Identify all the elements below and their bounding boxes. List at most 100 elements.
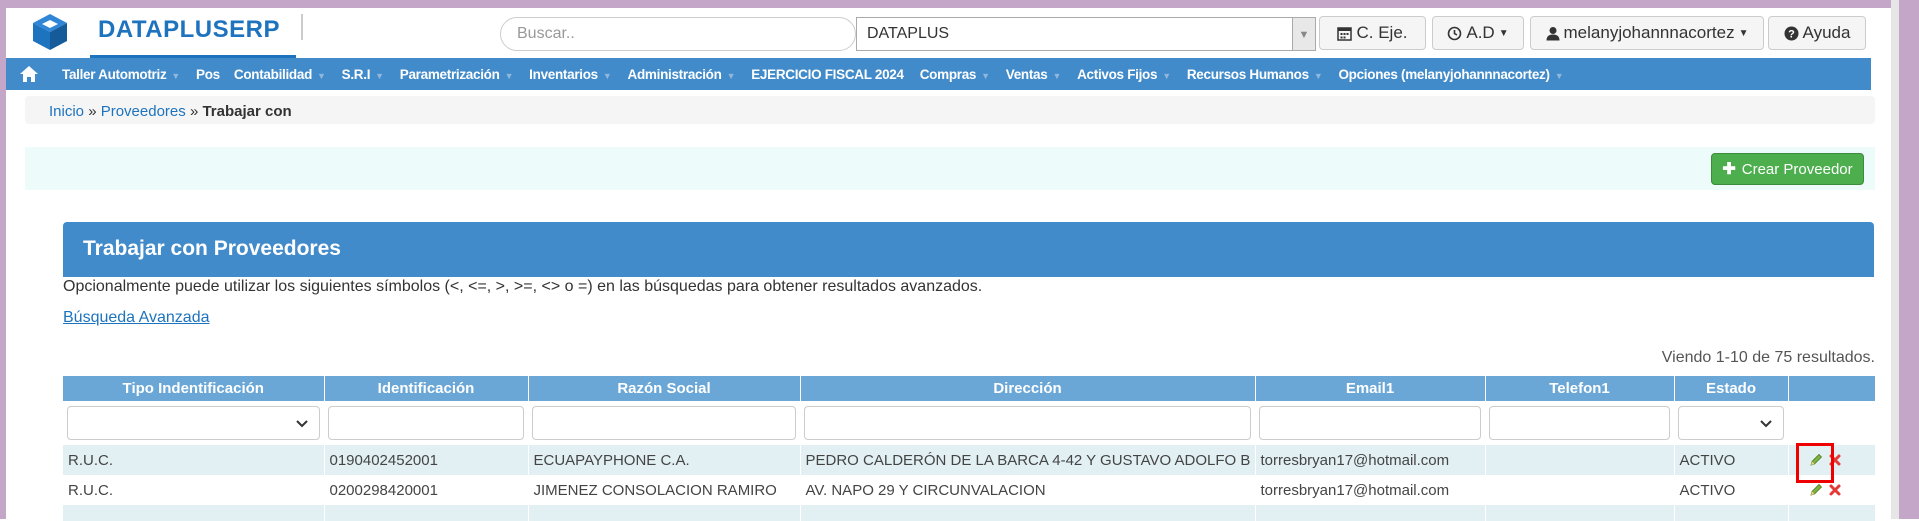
table-row[interactable]: R.U.C. 0200298420001 JIMENEZ CONSOLACION… [63,475,1876,505]
nav-label: Inventarios [529,66,598,82]
col-header-identificacion[interactable]: Identificación [324,376,529,401]
nav-inventarios[interactable]: Inventarios ▼ [529,66,612,82]
nav-label: Contabilidad [233,66,313,82]
search-input[interactable] [500,17,856,51]
create-provider-button[interactable]: ✚ Crear Proveedor [1711,153,1864,185]
filter-direccion-input[interactable] [804,406,1251,440]
breadcrumb-proveedores-link[interactable]: Proveedores [101,103,186,120]
header-divider [301,14,303,40]
advanced-search-link[interactable]: Búsqueda Avanzada [63,309,210,327]
nav-label: Parametrización [399,66,500,82]
nav-pos[interactable]: Pos [196,67,220,82]
pencil-icon[interactable] [1808,482,1824,498]
caret-down-icon: ▼ [602,70,612,81]
user-menu-button[interactable]: melanyjohannnacortez ▼ [1530,16,1764,50]
action-strip [25,147,1875,190]
filter-estado-select[interactable] [1678,406,1784,440]
col-header-email[interactable]: Email1 [1255,376,1486,401]
filter-email-input[interactable] [1259,406,1481,440]
nav-compras[interactable]: Compras ▼ [920,67,990,82]
filter-telefono-input[interactable] [1489,406,1670,440]
caret-down-icon: ▼ [1554,70,1564,81]
caret-down-icon: ▼ [1162,70,1171,81]
caret-down-icon: ▼ [171,70,181,81]
clock-icon [1448,26,1462,40]
panel-header: Trabajar con Proveedores [63,222,1874,277]
panel-title: Trabajar con Proveedores [83,237,341,260]
caret-down-icon: ▼ [317,70,326,81]
nav-taller-automotriz[interactable]: Taller Automotriz ▼ [62,67,180,82]
results-summary: Viendo 1-10 de 75 resultados. [1661,349,1875,366]
delete-icon[interactable] [1828,483,1842,497]
nav-contabilidad[interactable]: Contabilidad ▼ [234,67,326,82]
filter-tipo-select[interactable] [67,406,320,440]
cell-identificacion: 0190402452001 [324,445,529,475]
cube-logo-icon [33,14,67,50]
nav-ejercicio-fiscal[interactable]: EJERCICIO FISCAL 2024 [751,67,904,82]
breadcrumb-current: Trabajar con [202,103,292,120]
providers-table: Tipo Indentificación Identificación Razó… [63,376,1876,521]
breadcrumb-separator: » [189,103,199,120]
nav-activos-fijos[interactable]: Activos Fijos ▼ [1077,67,1171,82]
col-header-actions [1788,376,1876,401]
ad-button[interactable]: A.D ▼ [1432,16,1524,50]
col-header-direccion[interactable]: Dirección [800,376,1256,401]
caret-down-icon: ▼ [1498,27,1509,39]
create-provider-label: Crear Proveedor [1741,160,1853,178]
dropdown-arrow-icon[interactable]: ▼ [1292,18,1315,50]
brand-name[interactable]: DATAPLUSERP [98,16,280,44]
breadcrumb-home-link[interactable]: Inicio [49,103,84,120]
caret-down-icon: ▼ [1052,70,1062,81]
ejercicio-label: C. Eje. [1356,23,1408,42]
company-select[interactable]: DATAPLUS ▼ [856,17,1316,51]
home-icon [20,66,38,82]
chevron-down-icon [296,420,308,428]
help-button[interactable]: ? Ayuda [1768,16,1866,50]
cell-telefono [1485,445,1675,475]
caret-down-icon: ▼ [504,70,514,81]
calendar-icon [1337,26,1353,41]
edit-highlight-box [1796,443,1834,483]
table-row[interactable]: R.U.C. 0190402452001 ECUAPAYPHONE C.A. P… [63,445,1876,475]
home-nav-button[interactable] [12,58,46,90]
breadcrumb-separator: » [88,103,97,120]
nav-recursos-humanos[interactable]: Recursos Humanos ▼ [1187,67,1323,82]
nav-label: Recursos Humanos [1186,66,1309,82]
table-header-row: Tipo Indentificación Identificación Razó… [63,376,1876,401]
svg-text:?: ? [1788,28,1795,40]
nav-ventas[interactable]: Ventas ▼ [1006,67,1062,82]
filter-razon-social-input[interactable] [532,406,796,440]
question-icon: ? [1784,26,1799,40]
nav-sri[interactable]: S.R.I ▼ [342,67,384,82]
nav-opciones[interactable]: Opciones (melanyjohannnacortez) ▼ [1338,67,1563,82]
nav-label: Compras [919,66,977,82]
nav-label: Opciones (melanyjohannnacortez) [1338,66,1550,82]
filter-identificacion-input[interactable] [328,406,524,440]
cell-estado: ACTIVO [1674,475,1789,505]
nav-label: Activos Fijos [1077,66,1158,82]
brand-logo[interactable] [30,12,70,52]
cell-email: torresbryan17@hotmail.com [1255,475,1486,505]
caret-down-icon: ▼ [1738,27,1749,39]
col-header-estado[interactable]: Estado [1674,376,1789,401]
window-frame-top [0,0,1919,8]
cell-telefono [1485,475,1675,505]
company-select-value: DATAPLUS [867,25,950,42]
plus-icon: ✚ [1722,161,1736,178]
nav-label: Administración [627,66,722,82]
cell-tipo: R.U.C. [63,475,325,505]
breadcrumb-bar [25,96,1875,124]
help-label: Ayuda [1802,23,1851,42]
nav-label: Pos [196,66,220,82]
ad-label: A.D [1466,23,1495,42]
nav-administracion[interactable]: Administración ▼ [628,67,736,82]
cell-identificacion: 0200298420001 [324,475,529,505]
caret-down-icon: ▼ [375,70,384,81]
col-header-razon-social[interactable]: Razón Social [528,376,801,401]
nav-parametrizacion[interactable]: Parametrización ▼ [399,66,514,82]
col-header-tipo[interactable]: Tipo Indentificación [63,376,325,401]
scrollbar-track[interactable] [1891,0,1899,519]
ejercicio-button[interactable]: C. Eje. [1319,16,1426,50]
col-header-telefono[interactable]: Telefon1 [1485,376,1675,401]
top-header: DATAPLUSERP DATAPLUS ▼ C. Eje. A.D ▼ mel… [6,8,1891,58]
